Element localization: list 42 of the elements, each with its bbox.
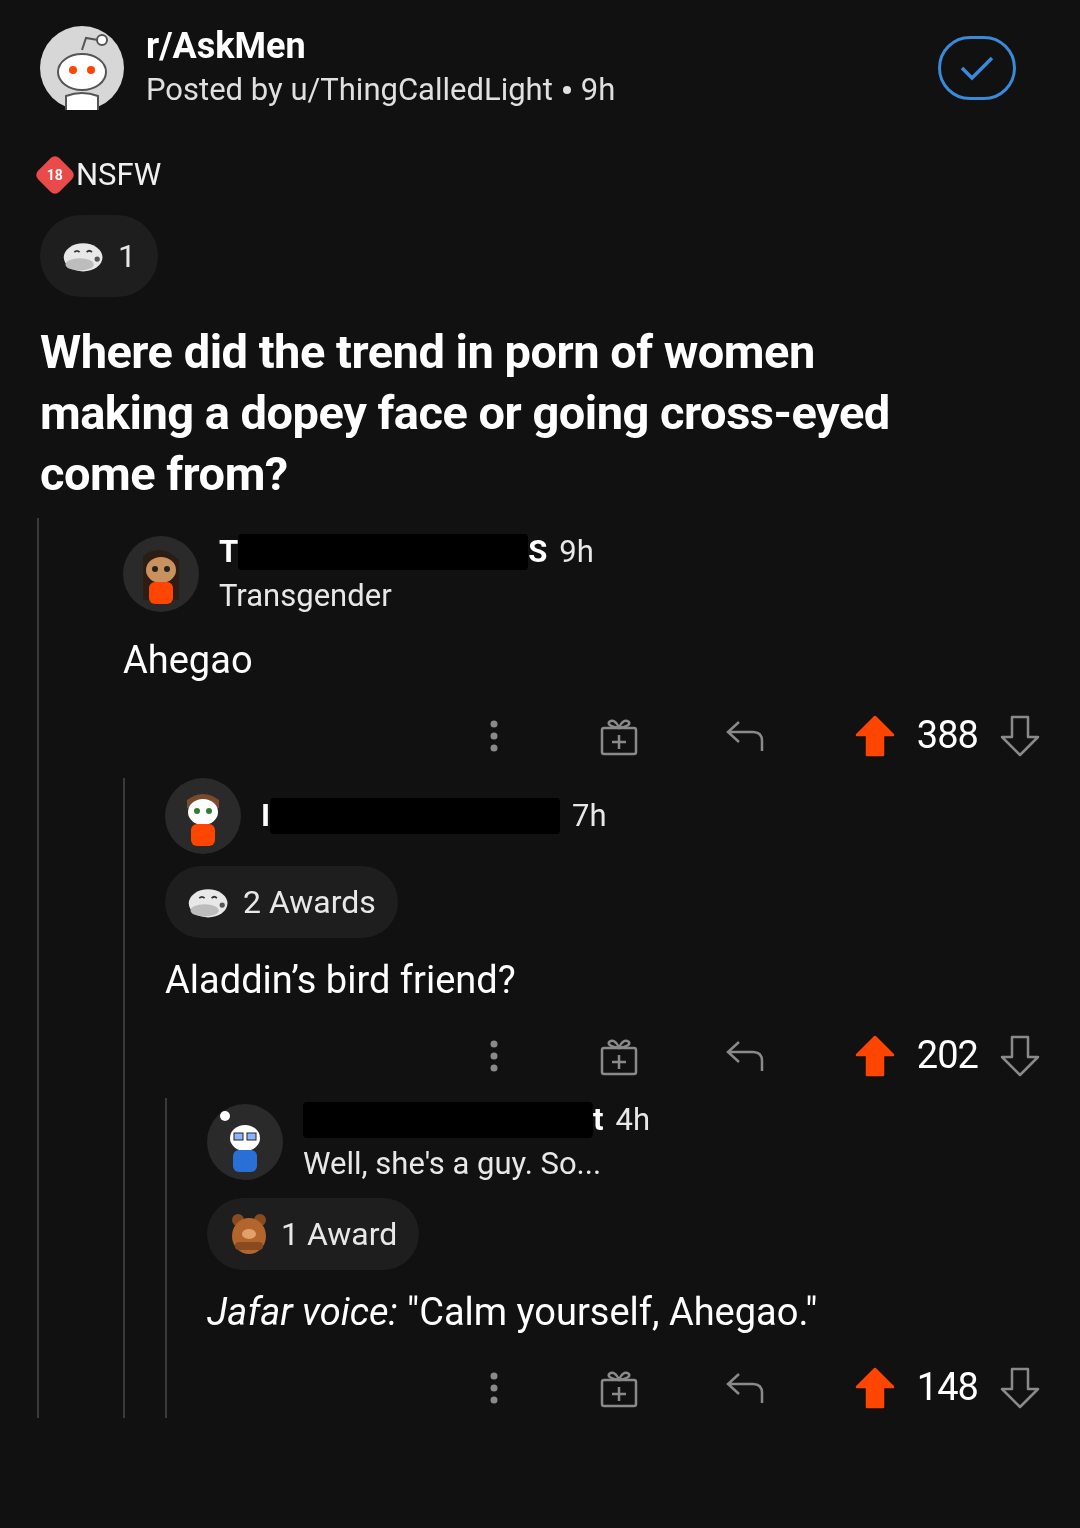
bear-icon <box>229 1211 269 1256</box>
user-avatar[interactable] <box>207 1103 283 1180</box>
username-fragment: I <box>261 795 271 836</box>
comment-time: 4h <box>615 1099 650 1140</box>
more-options-icon[interactable] <box>488 1370 499 1405</box>
post-title: Where did the trend in porn of women making a dopey face or going cross-eyed come from? <box>40 322 891 503</box>
downvote-arrow-icon[interactable] <box>1000 714 1040 757</box>
reply-icon[interactable] <box>724 1038 765 1073</box>
comment-body: Ahegao <box>123 636 254 684</box>
joined-button[interactable] <box>938 36 1016 100</box>
vote-count: 388 <box>916 712 978 759</box>
username-fragment: T <box>219 531 239 572</box>
nsfw-label: NSFW <box>76 155 162 195</box>
more-options-icon[interactable] <box>488 718 499 753</box>
award-pill[interactable]: 1 <box>40 214 158 297</box>
awards-pill[interactable]: 2 Awards <box>165 865 398 938</box>
reply-icon[interactable] <box>724 718 765 753</box>
vote-count: 148 <box>916 1364 978 1411</box>
user-avatar[interactable] <box>165 777 241 854</box>
awards-pill[interactable]: 1 Award <box>207 1197 420 1270</box>
upvote-arrow-icon[interactable] <box>854 714 895 757</box>
username-fragment: t <box>593 1099 604 1140</box>
comment-body: Aladdin’s bird friend? <box>165 956 517 1004</box>
checkmark-icon <box>959 55 995 81</box>
user-avatar[interactable] <box>123 535 199 612</box>
post-time: 9h <box>580 70 616 110</box>
user-flair: Transgender <box>219 575 393 616</box>
upvote-arrow-icon[interactable] <box>854 1366 895 1409</box>
reply-icon[interactable] <box>724 1370 765 1405</box>
vote-count: 202 <box>916 1032 978 1079</box>
subreddit-name[interactable]: r/AskMen <box>146 24 938 68</box>
user-flair: Well, she's a guy. So... <box>303 1143 603 1184</box>
more-options-icon[interactable] <box>488 1038 499 1073</box>
comment-time: 9h <box>559 531 594 572</box>
upvote-arrow-icon[interactable] <box>854 1034 895 1077</box>
subreddit-avatar[interactable] <box>40 26 124 110</box>
downvote-arrow-icon[interactable] <box>1000 1366 1040 1409</box>
username-fragment: S <box>528 531 548 572</box>
comment-time: 7h <box>572 795 607 836</box>
downvote-arrow-icon[interactable] <box>1000 1034 1040 1077</box>
post-byline[interactable]: Posted by u/ThingCalledLight <box>146 68 553 112</box>
comment-body: Jafar voice: "Calm yourself, Ahegao." <box>207 1288 819 1336</box>
